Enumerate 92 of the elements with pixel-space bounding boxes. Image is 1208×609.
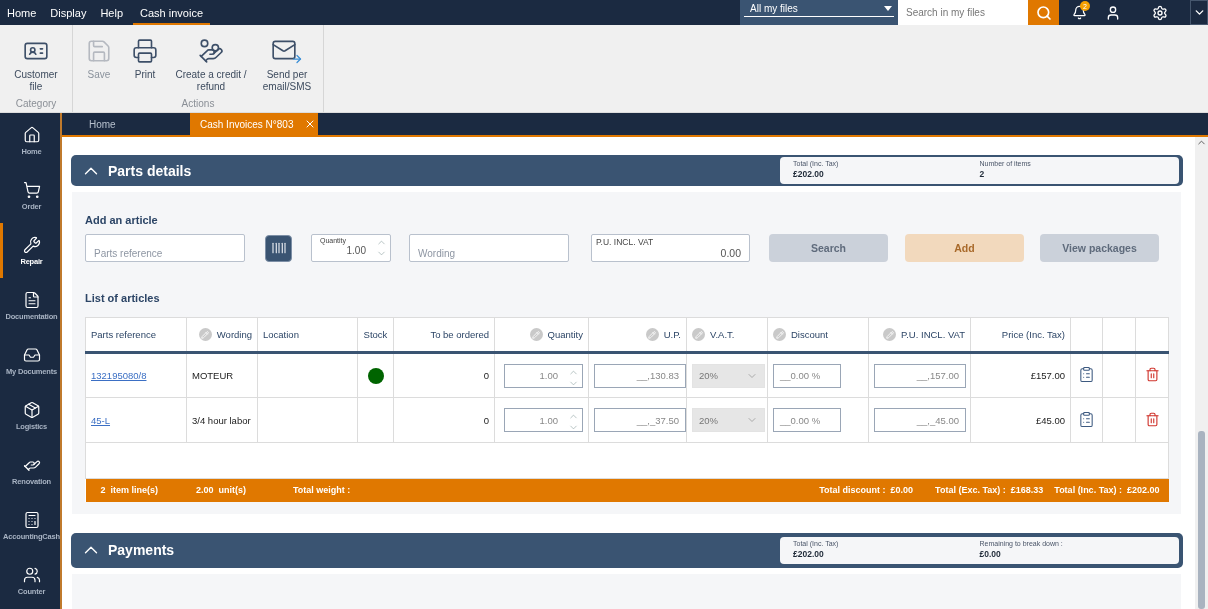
inbox-icon [22,346,41,364]
price-field[interactable]: __,_45.00 [874,408,966,433]
menu-item[interactable]: Cash invoice [133,0,211,25]
unit-price-field[interactable]: P.U. INCL. VAT 0.00 [591,234,750,263]
ribbon-button[interactable]: Customer file [6,35,66,98]
bell-icon[interactable] [1072,5,1087,20]
footer-text: 2 item line(s) [100,485,158,496]
pencil-icon[interactable] [529,328,543,342]
group-label: Actions [180,98,216,111]
discount-field[interactable]: __0.00 % [773,363,841,388]
wording-field[interactable]: Wording [409,234,569,263]
pencil-icon[interactable] [198,328,212,342]
printer-icon [132,38,158,64]
scope-dropdown[interactable]: All my files [740,0,898,25]
pencil-icon[interactable] [773,328,786,342]
summary-value: £0.00 [979,548,1002,559]
summary-value: £202.00 [793,548,825,559]
delete-icon[interactable] [1144,367,1160,383]
column-header: Location [263,329,299,341]
scrollbar[interactable] [1195,137,1208,609]
footer-total: Total (Inc. Tax) : £202.00 [1054,485,1160,496]
column-header: V.A.T. [692,328,735,342]
menu-item[interactable]: Home [0,0,44,25]
discount-field[interactable]: __0.00 % [773,408,841,433]
unit-price-field[interactable]: __,130.83 [594,363,686,388]
pencil-icon[interactable] [692,328,705,342]
column-header: P.U. INCL. VAT [883,328,965,342]
menu-item[interactable]: Help [93,0,131,25]
section-subtitle: Add an article [85,214,159,227]
footer-text: 2.00 unit(s) [196,485,247,496]
field-label: P.U. INCL. VAT [596,237,654,248]
part-link[interactable]: 132195080/8 [91,370,147,382]
search-button[interactable] [1028,0,1059,25]
quantity-field[interactable]: 1.00 [504,408,583,433]
column-header: To be ordered [430,329,489,341]
footer-total: Total (Exc. Tax) : £168.33 [935,485,1044,496]
section-title: Payments [108,542,175,559]
column-header: Stock [363,329,388,341]
wrench-icon [22,235,41,254]
save-icon [86,38,112,64]
delete-icon[interactable] [1144,411,1160,427]
group-label: Category [14,98,58,111]
quantity-field[interactable]: 1.00 [504,363,583,388]
dropdown-arrow-icon[interactable] [884,6,892,11]
vat-select[interactable]: 20% [692,408,765,433]
clipboard-icon[interactable] [1078,366,1095,384]
footer-total: Total discount : £0.00 [819,485,914,496]
table-cell: £45.00 [1035,414,1065,426]
section-title: Parts details [108,162,192,179]
vat-select[interactable]: 20% [692,363,765,388]
footer-text: Total weight : [293,485,351,496]
document-icon [22,290,41,309]
scroll-thumb[interactable] [1198,431,1205,609]
clipboard-icon[interactable] [1078,410,1095,428]
table-cell: 0 [483,414,489,426]
search-field[interactable]: Search in my files [898,0,1028,25]
field-value: 0.00 [720,247,741,260]
search-icon [1035,4,1052,21]
calculator-icon [22,511,41,530]
table-cell: £157.00 [1030,370,1065,382]
summary-value: 2 [979,169,986,179]
hand-coins-icon [198,38,224,64]
package-icon [22,401,41,420]
document-tab[interactable]: Home [62,113,190,135]
cart-icon [22,180,41,199]
home-icon [22,125,41,144]
column-header: U.P. [645,328,681,342]
column-header: Wording [198,328,252,342]
price-field[interactable]: __,157.00 [874,363,966,388]
parts-reference-field[interactable]: Parts reference [85,234,245,263]
column-header: Quantity [529,328,583,342]
ribbon-button[interactable]: Send per email/SMS [257,35,317,98]
column-header: Parts reference [91,329,156,341]
users-icon [22,566,41,585]
column-header: Discount [773,328,828,342]
settings-icon[interactable] [1151,4,1168,21]
table-cell: 3/4 hour labor [192,414,251,426]
pencil-icon[interactable] [883,328,897,342]
field-value: 1.00 [346,245,366,257]
table-cell: 0 [483,370,489,382]
part-link[interactable]: 45-L [91,414,110,426]
column-header: Price (Inc. Tax) [1001,329,1065,341]
barcode-button[interactable] [265,234,292,262]
more-button[interactable] [1190,0,1208,25]
unit-price-field[interactable]: __,_37.50 [594,408,686,433]
menu-item[interactable]: Display [43,0,94,25]
table-cell: MOTEUR [192,370,234,382]
summary-value: £202.00 [793,169,825,179]
pencil-icon[interactable] [645,328,659,342]
ribbon-button[interactable]: Print [125,35,165,98]
section-subtitle: List of articles [85,292,161,305]
ribbon-button[interactable]: Create a credit / refund [171,35,251,98]
